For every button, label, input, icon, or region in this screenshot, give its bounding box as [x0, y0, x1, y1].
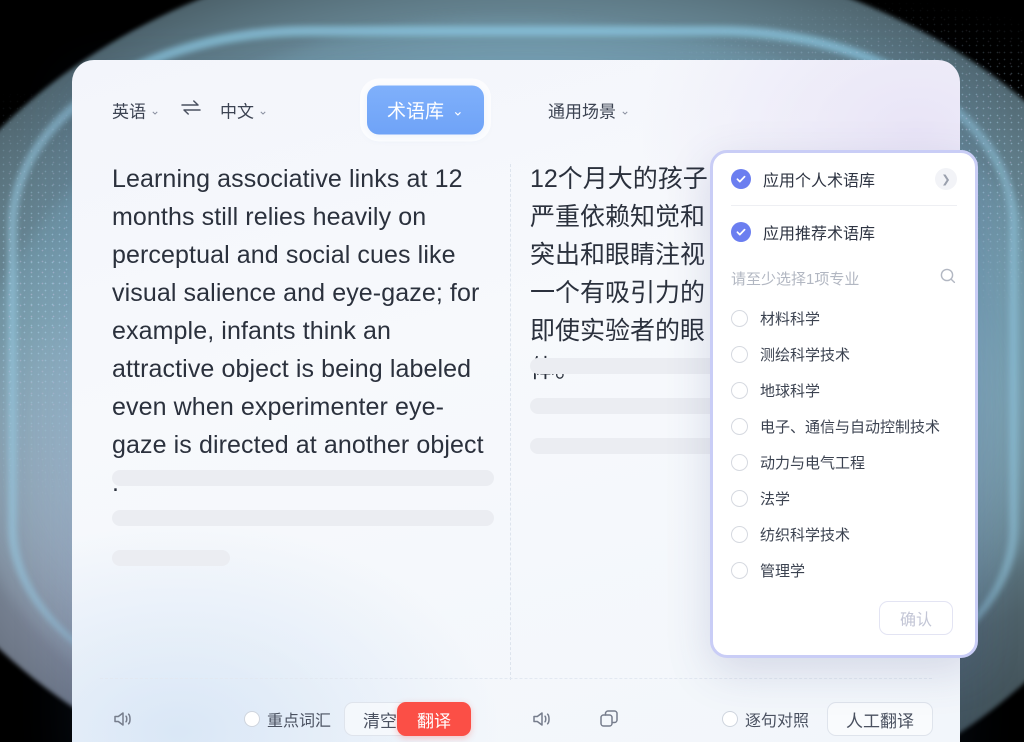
swap-languages-button[interactable] — [180, 100, 202, 121]
source-pane[interactable]: Learning associative links at 12 months … — [112, 160, 492, 502]
list-item-label: 纺织科学技术 — [760, 526, 851, 544]
list-item[interactable]: 纺织科学技术 — [731, 516, 957, 552]
recommended-term-library-label: 应用推荐术语库 — [763, 226, 876, 243]
scene-label: 通用场景 — [548, 102, 616, 122]
list-item[interactable]: 法学 — [731, 480, 957, 516]
term-library-button[interactable]: 术语库 ⌄ — [367, 85, 484, 135]
radio-icon[interactable] — [731, 525, 748, 543]
target-language-label: 中文 — [220, 102, 254, 122]
personal-term-library-row[interactable]: 应用个人术语库 ❯ — [713, 153, 975, 205]
radio-icon[interactable] — [731, 561, 748, 579]
toolbar: 英语 ⌄ 中文 ⌄ 术语库 ⌄ 通用场景 ⌄ — [72, 60, 960, 160]
list-item-label: 测绘科学技术 — [760, 346, 851, 364]
bottom-divider — [100, 678, 932, 679]
list-item-label: 法学 — [760, 490, 791, 508]
translate-button[interactable]: 翻译 — [397, 702, 471, 736]
list-item[interactable]: 测绘科学技术 — [731, 336, 957, 372]
term-library-label: 术语库 — [387, 101, 445, 123]
keyword-toggle[interactable]: 重点词汇 — [244, 707, 331, 731]
chevron-down-icon: ⌄ — [150, 103, 161, 117]
checkbox-checked-icon[interactable] — [731, 222, 751, 242]
radio-icon — [722, 711, 738, 727]
confirm-button[interactable]: 确认 — [878, 601, 953, 635]
pane-divider — [510, 164, 511, 680]
checkbox-checked-icon[interactable] — [731, 169, 751, 189]
radio-icon[interactable] — [731, 417, 748, 435]
source-speaker-button[interactable] — [108, 704, 138, 734]
bottom-toolbar: 重点词汇 清空 翻译 逐句对照 人工翻译 — [72, 678, 960, 742]
list-item[interactable]: 材料科学 — [731, 300, 957, 336]
confirm-label: 确认 — [899, 612, 932, 629]
personal-term-library-label: 应用个人术语库 — [763, 173, 876, 190]
major-search-placeholder: 请至少选择1项专业 — [731, 270, 860, 288]
list-item[interactable]: 动力与电气工程 — [731, 444, 957, 480]
radio-icon[interactable] — [731, 453, 748, 471]
radio-icon[interactable] — [731, 309, 748, 327]
target-language-selector[interactable]: 中文 ⌄ — [220, 98, 268, 123]
source-text[interactable]: Learning associative links at 12 months … — [112, 160, 492, 502]
chevron-down-icon: ⌄ — [258, 103, 269, 117]
keyword-label: 重点词汇 — [267, 713, 332, 730]
list-item-label: 地球科学 — [760, 382, 821, 400]
skeleton-bar — [112, 510, 494, 526]
radio-icon — [244, 711, 260, 727]
source-language-selector[interactable]: 英语 ⌄ — [112, 98, 160, 123]
chevron-down-icon: ⌄ — [620, 103, 631, 117]
term-panel-footer: 确认 — [713, 581, 975, 655]
human-translate-button[interactable]: 人工翻译 — [827, 702, 933, 736]
scene-selector[interactable]: 通用场景 ⌄ — [548, 98, 630, 123]
list-item[interactable]: 电子、通信与自动控制技术 — [731, 408, 957, 444]
search-icon[interactable] — [939, 267, 957, 290]
term-library-panel: 应用个人术语库 ❯ 应用推荐术语库 请至少选择1项专业 材料科学 测绘科学技术 … — [710, 150, 978, 658]
major-search-row[interactable]: 请至少选择1项专业 — [713, 258, 975, 298]
target-speaker-button[interactable] — [527, 704, 557, 734]
radio-icon[interactable] — [731, 381, 748, 399]
list-item-label: 管理学 — [760, 562, 806, 580]
list-item-label: 材料科学 — [760, 310, 821, 328]
sentence-compare-toggle[interactable]: 逐句对照 — [722, 707, 809, 731]
skeleton-bar — [112, 470, 494, 486]
human-translate-label: 人工翻译 — [846, 711, 914, 731]
sentence-compare-label: 逐句对照 — [745, 713, 810, 730]
screen: 英语 ⌄ 中文 ⌄ 术语库 ⌄ 通用场景 ⌄ Learning associat… — [0, 0, 1024, 742]
chevron-down-icon: ⌄ — [452, 102, 464, 118]
skeleton-bar — [112, 550, 231, 566]
major-list: 材料科学 测绘科学技术 地球科学 电子、通信与自动控制技术 动力与电气工程 法学 — [713, 298, 975, 588]
list-item-label: 电子、通信与自动控制技术 — [760, 418, 941, 436]
translate-label: 翻译 — [417, 711, 451, 731]
copy-button[interactable] — [594, 704, 624, 734]
chevron-right-icon[interactable]: ❯ — [935, 168, 957, 190]
source-language-label: 英语 — [112, 102, 146, 122]
list-item[interactable]: 地球科学 — [731, 372, 957, 408]
radio-icon[interactable] — [731, 489, 748, 507]
source-skeleton-group — [112, 470, 494, 566]
radio-icon[interactable] — [731, 345, 748, 363]
clear-label: 清空 — [363, 711, 397, 731]
list-item-label: 动力与电气工程 — [760, 454, 866, 472]
recommended-term-library-row[interactable]: 应用推荐术语库 — [713, 206, 975, 258]
